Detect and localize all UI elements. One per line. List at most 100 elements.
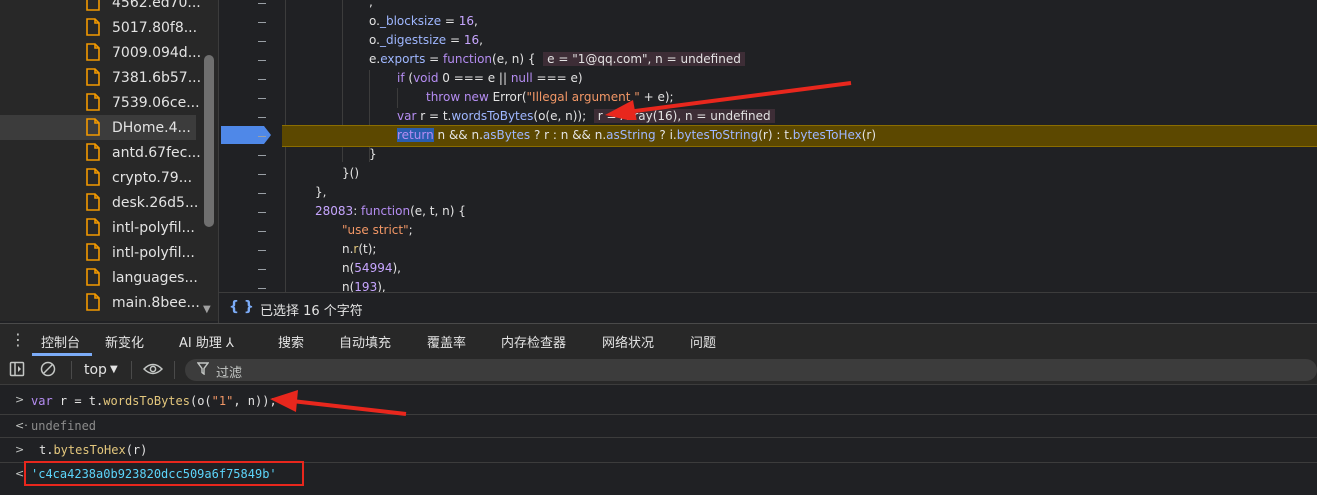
gutter-line-marker[interactable] — [258, 269, 266, 270]
indent-guide — [397, 88, 398, 108]
gutter-line-marker[interactable] — [258, 136, 266, 137]
file-icon — [86, 68, 100, 86]
code-line: , — [369, 0, 373, 9]
file-icon — [86, 0, 100, 11]
selection-status: 已选择 16 个字符 — [260, 304, 363, 319]
gutter-line-marker[interactable] — [258, 155, 266, 156]
file-name: 7539.06ce... — [112, 94, 200, 111]
gutter-line-marker[interactable] — [258, 193, 266, 194]
file-tree-scroll-thumb[interactable] — [204, 55, 214, 227]
console-output-row: <· undefined — [0, 414, 1317, 438]
file-icon — [86, 18, 100, 36]
file-name: main.8bee... — [112, 294, 200, 311]
pretty-print-braces-icon[interactable]: { } — [229, 299, 254, 315]
eye-icon[interactable] — [143, 362, 163, 376]
file-name: intl-polyfil... — [112, 219, 195, 236]
code-editor[interactable]: , o._blocksize = 16, o._digestsize = 16,… — [218, 0, 1317, 292]
file-icon — [86, 218, 100, 236]
console-messages: > var r = t.wordsToBytes(o("1", n)); <· … — [0, 385, 1317, 495]
file-icon — [86, 243, 100, 261]
tab-autofill[interactable]: 自动填充 — [339, 332, 391, 351]
file-name: languages... — [112, 269, 198, 286]
file-tree-item[interactable]: intl-polyfil... — [0, 240, 196, 265]
gutter-line-marker[interactable] — [258, 60, 266, 61]
gutter-line-marker[interactable] — [258, 212, 266, 213]
input-prompt-icon: > — [15, 393, 25, 406]
file-name: crypto.79... — [112, 169, 193, 186]
gutter-line-marker[interactable] — [258, 22, 266, 23]
file-name: 4562.ed70... — [112, 0, 201, 11]
file-icon — [86, 193, 100, 211]
file-tree-item[interactable]: crypto.79... — [0, 165, 196, 190]
file-icon — [86, 143, 100, 161]
tab-coverage[interactable]: 覆盖率 — [427, 332, 466, 351]
console-input[interactable]: t.bytesToHex(r) — [39, 443, 147, 457]
more-options-icon[interactable]: ⋮ — [10, 330, 26, 349]
file-tree-item[interactable]: languages... — [0, 265, 198, 290]
console-input-row: > t.bytesToHex(r) — [0, 437, 1317, 463]
file-icon — [86, 93, 100, 111]
file-tree-item[interactable]: antd.67fec... — [0, 140, 201, 165]
code-line: if (void 0 === e || null === e) — [397, 71, 583, 85]
file-icon — [86, 43, 100, 61]
dropdown-caret-icon[interactable]: ▼ — [110, 364, 118, 375]
output-return-icon: < — [15, 467, 25, 480]
tab-network-conditions[interactable]: 网络状况 — [602, 332, 654, 351]
file-icon — [86, 168, 100, 186]
code-line: }() — [342, 166, 359, 180]
gutter-line-marker[interactable] — [258, 288, 266, 289]
filter-icon — [197, 362, 209, 375]
code-line: n(54994), — [342, 261, 401, 275]
editor-status-bar: { } 已选择 16 个字符 — [218, 292, 1317, 323]
code-line: }, — [315, 185, 327, 199]
tab-whats-new[interactable]: 新变化 — [105, 332, 144, 351]
gutter-line-marker[interactable] — [258, 250, 266, 251]
gutter-line-marker[interactable] — [258, 3, 266, 4]
gutter-line-marker[interactable] — [258, 41, 266, 42]
tab-issues[interactable]: 问题 — [690, 332, 716, 351]
code-line: o._blocksize = 16, — [369, 14, 478, 28]
console-toolbar: top ▼ 过滤 — [0, 356, 1317, 385]
file-tree-item[interactable]: DHome.4... — [0, 115, 196, 140]
file-tree-item[interactable]: intl-polyfil... — [0, 215, 196, 240]
file-tree-item[interactable]: main.8bee... — [0, 290, 200, 315]
file-tree-item[interactable]: 4562.ed70... — [0, 0, 201, 15]
console-input-row: > var r = t.wordsToBytes(o("1", n)); — [0, 385, 1317, 415]
file-icon — [86, 293, 100, 311]
file-name: 5017.80f8... — [112, 19, 198, 36]
toolbar-divider — [174, 361, 175, 379]
file-name: intl-polyfil... — [112, 244, 195, 261]
gutter-line-marker[interactable] — [258, 231, 266, 232]
clear-console-icon[interactable] — [40, 361, 56, 377]
file-tree-item[interactable]: desk.26d5... — [0, 190, 198, 215]
context-selector[interactable]: top — [84, 362, 107, 378]
gutter-line-marker[interactable] — [258, 174, 266, 175]
file-tree-item[interactable]: 7381.6b57... — [0, 65, 201, 90]
code-line: 28083: function(e, t, n) { — [315, 204, 466, 218]
code-line: o._digestsize = 16, — [369, 33, 483, 47]
file-tree-item[interactable]: 7009.094d... — [0, 40, 201, 65]
file-tree-item[interactable]: 7539.06ce... — [0, 90, 200, 115]
tab-ai-assistance[interactable]: AI 助理 ⅄ — [179, 332, 234, 351]
filter-input[interactable] — [185, 359, 1317, 381]
scroll-down-arrow-icon[interactable]: ▼ — [203, 304, 211, 315]
file-name: DHome.4... — [112, 119, 191, 136]
inline-value: e = "1@qq.com", n = undefined — [543, 52, 745, 66]
annotation-arrow-icon — [605, 81, 852, 120]
tab-console[interactable]: 控制台 — [41, 332, 80, 351]
code-line-paused: return n && n.asBytes ? r : n && n.asStr… — [397, 128, 877, 142]
tab-search[interactable]: 搜索 — [278, 332, 304, 351]
gutter-line-marker[interactable] — [258, 79, 266, 80]
gutter-line-marker[interactable] — [258, 117, 266, 118]
tab-memory-inspector[interactable]: 内存检查器 — [501, 332, 566, 351]
gutter-line-marker[interactable] — [258, 98, 266, 99]
file-tree: 4562.ed70... 5017.80f8... 7009.094d... 7381… — [0, 0, 218, 321]
console-input[interactable]: var r = t.wordsToBytes(o("1", n)); — [31, 394, 277, 408]
drawer-tab-bar: ⋮ 控制台 新变化 AI 助理 ⅄ 搜索 自动填充 覆盖率 内存检查器 网络状况… — [0, 323, 1317, 357]
sidebar-toggle-icon[interactable] — [9, 361, 25, 377]
file-name: antd.67fec... — [112, 144, 201, 161]
file-tree-item[interactable]: 5017.80f8... — [0, 15, 198, 40]
breakpoint-marker[interactable] — [221, 126, 271, 144]
input-prompt-icon: > — [15, 443, 25, 456]
file-icon — [86, 268, 100, 286]
